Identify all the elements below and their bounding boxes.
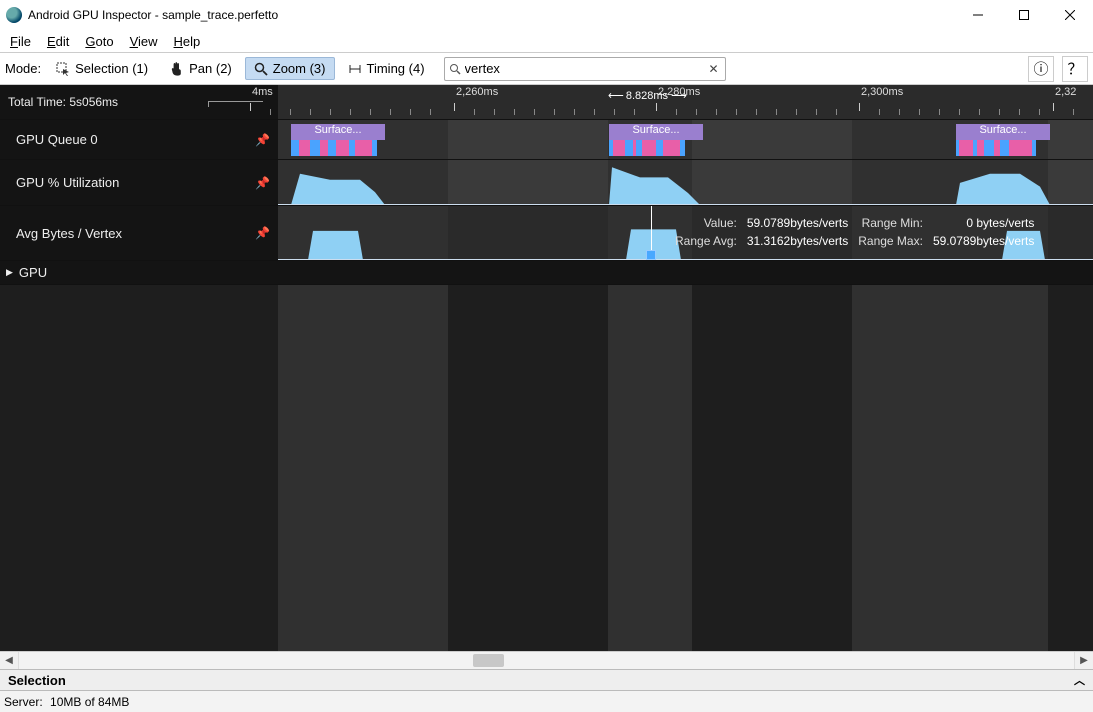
mode-selection-button[interactable]: Selection (1) [47, 57, 157, 80]
app-icon [6, 7, 22, 23]
track-gpu-queue-content[interactable]: Surface... Surface... Surface... [278, 120, 1093, 159]
window-maximize-button[interactable] [1001, 0, 1047, 30]
statusbar: Server: 10MB of 84MB [0, 691, 1093, 712]
help-icon: ？ [1067, 58, 1082, 79]
pan-icon [170, 62, 184, 76]
pin-icon[interactable]: 📌 [255, 176, 270, 190]
trace-view[interactable]: Total Time: 5s056ms 4ms2,260ms2,280ms2,3… [0, 85, 1093, 651]
track-gpu-utilization: GPU % Utilization 📌 [0, 160, 1093, 206]
track-gpu-utilization-label: GPU % Utilization 📌 [0, 160, 278, 205]
expand-caret-icon: ▶ [6, 267, 13, 278]
server-label: Server: [4, 695, 43, 709]
value-tooltip: Value:59.0789bytes/vertsRange Min:0 byte… [669, 214, 1068, 252]
search-icon [449, 63, 461, 75]
chevron-up-icon: ︿ [1074, 672, 1085, 688]
track-gpu-utilization-content[interactable] [278, 160, 1093, 205]
menu-file[interactable]: File [3, 32, 38, 51]
trace-background[interactable] [0, 285, 1093, 651]
search-field[interactable]: ✕ [444, 57, 726, 81]
timing-icon [348, 62, 362, 76]
mode-timing-button[interactable]: Timing (4) [339, 57, 434, 80]
track-avg-bytes: Avg Bytes / Vertex 📌 Value:59.0789bytes/… [0, 206, 1093, 261]
selection-icon [56, 62, 70, 76]
trace-event-block[interactable]: Surface... [956, 124, 1050, 156]
search-clear-icon[interactable]: ✕ [709, 62, 721, 76]
window-close-button[interactable] [1047, 0, 1093, 30]
track-avg-bytes-label: Avg Bytes / Vertex 📌 [0, 206, 278, 260]
menu-view[interactable]: View [123, 32, 165, 51]
scroll-track[interactable] [18, 652, 1075, 669]
pin-icon[interactable]: 📌 [255, 226, 270, 240]
timeline-ruler-row: Total Time: 5s056ms 4ms2,260ms2,280ms2,3… [0, 85, 1093, 120]
scroll-thumb[interactable] [473, 654, 505, 667]
window-titlebar: Android GPU Inspector - sample_trace.per… [0, 0, 1093, 30]
toolbar: Mode: Selection (1) Pan (2) Zoom (3) Tim… [0, 52, 1093, 85]
memory-usage: 10MB of 84MB [47, 695, 133, 709]
search-input[interactable] [465, 61, 709, 76]
info-button[interactable]: ⓘ [1028, 56, 1054, 82]
mode-pan-button[interactable]: Pan (2) [161, 57, 241, 80]
menu-goto[interactable]: Goto [78, 32, 120, 51]
menu-help[interactable]: Help [167, 32, 208, 51]
scroll-left-button[interactable]: ◀ [0, 652, 18, 669]
zoom-icon [254, 62, 268, 76]
track-gpu-queue-label: GPU Queue 0 📌 [0, 120, 278, 159]
scroll-right-button[interactable]: ▶ [1075, 652, 1093, 669]
selection-panel-header[interactable]: Selection ︿ [0, 669, 1093, 691]
info-icon: ⓘ [1033, 58, 1048, 79]
help-button[interactable]: ？ [1062, 56, 1088, 82]
track-avg-bytes-content[interactable]: Value:59.0789bytes/vertsRange Min:0 byte… [278, 206, 1093, 260]
pin-icon[interactable]: 📌 [255, 133, 270, 147]
window-minimize-button[interactable] [955, 0, 1001, 30]
track-group-gpu[interactable]: ▶GPU [0, 261, 1093, 285]
window-title: Android GPU Inspector - sample_trace.per… [28, 8, 278, 22]
trace-event-block[interactable]: Surface... [609, 124, 703, 156]
menubar: File Edit Goto View Help [0, 30, 1093, 52]
timeline-ruler[interactable]: 4ms2,260ms2,280ms2,300ms2,32⟵ 8.828ms ⟶ [278, 85, 1093, 119]
trace-event-block[interactable]: Surface... [291, 124, 385, 156]
horizontal-scrollbar[interactable]: ◀ ▶ [0, 651, 1093, 669]
menu-edit[interactable]: Edit [40, 32, 76, 51]
mode-label: Mode: [5, 61, 41, 76]
track-gpu-queue: GPU Queue 0 📌 Surface...Surface...Surfac… [0, 120, 1093, 160]
mode-zoom-button[interactable]: Zoom (3) [245, 57, 335, 80]
